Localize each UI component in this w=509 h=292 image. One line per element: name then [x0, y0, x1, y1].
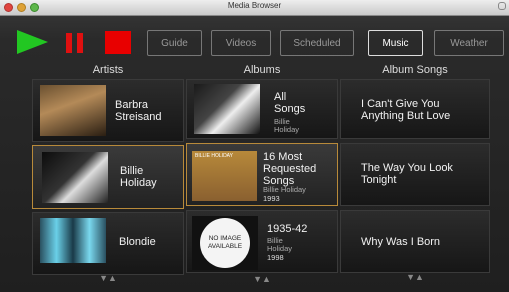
nav-videos-button[interactable]: Videos	[211, 30, 271, 56]
album-artist: Billie Holiday	[267, 236, 293, 253]
nav-scheduled-button[interactable]: Scheduled	[280, 30, 354, 56]
artists-scroll-arrows[interactable]: ▼▲	[32, 274, 184, 283]
album-tile[interactable]: All Songs Billie Holiday	[186, 79, 338, 139]
song-tile[interactable]: Why Was I Born	[340, 210, 490, 273]
artist-image	[42, 152, 108, 203]
album-title: 1935-42	[267, 223, 308, 235]
artist-tile-selected[interactable]: Billie Holiday	[32, 145, 184, 209]
artist-name: Blondie	[119, 236, 156, 248]
albums-heading: Albums	[243, 64, 281, 76]
artists-heading: Artists	[92, 64, 124, 76]
media-browser-window: Media Browser Guide Videos Scheduled Mus…	[0, 0, 509, 292]
pause-icon[interactable]	[66, 33, 86, 53]
song-title: Why Was I Born	[361, 236, 441, 248]
album-cover-text: BILLIE HOLIDAY	[195, 153, 233, 159]
window-title: Media Browser	[227, 1, 282, 10]
nav-guide-button[interactable]: Guide	[147, 30, 202, 56]
song-title: The Way You Look Tonight	[361, 162, 453, 186]
song-title: I Can't Give You Anything But Love	[361, 98, 451, 122]
album-songs-heading: Album Songs	[382, 64, 448, 76]
artist-image	[40, 218, 106, 263]
album-year: 1993	[263, 194, 280, 203]
artist-name: Barbra Streisand	[115, 99, 162, 123]
artist-image	[40, 85, 106, 136]
album-artist: Billie Holiday	[263, 185, 306, 194]
albums-list: All Songs Billie Holiday BILLIE HOLIDAY …	[186, 79, 338, 284]
album-tile[interactable]: NO IMAGE AVAILABLE 1935-42 Billie Holida…	[186, 210, 338, 273]
song-tile[interactable]: I Can't Give You Anything But Love	[340, 79, 490, 139]
album-cover: BILLIE HOLIDAY	[192, 151, 257, 201]
album-title: All Songs	[274, 91, 306, 115]
artist-tile[interactable]: Barbra Streisand	[32, 79, 184, 142]
album-year: 1998	[267, 253, 284, 262]
album-songs-list: I Can't Give You Anything But Love The W…	[340, 79, 490, 282]
album-title: 16 Most Requested Songs	[263, 151, 317, 187]
artist-name: Billie Holiday	[120, 165, 157, 189]
stop-icon[interactable]	[105, 31, 131, 54]
songs-scroll-arrows[interactable]: ▼▲	[340, 273, 490, 282]
song-tile[interactable]: The Way You Look Tonight	[340, 143, 490, 206]
nav-music-button[interactable]: Music	[368, 30, 423, 56]
nav-weather-button[interactable]: Weather	[434, 30, 504, 56]
album-artist: Billie Holiday	[274, 117, 300, 134]
albums-scroll-arrows[interactable]: ▼▲	[186, 275, 338, 284]
artists-list: Barbra Streisand Billie Holiday Blondie …	[32, 79, 184, 283]
title-bar: Media Browser	[0, 0, 509, 16]
toolbar-toggle-button[interactable]	[498, 2, 506, 10]
artist-tile[interactable]: Blondie	[32, 212, 184, 275]
no-image-text: NO IMAGE AVAILABLE	[200, 218, 250, 268]
album-tile-selected[interactable]: BILLIE HOLIDAY 16 Most Requested Songs B…	[186, 143, 338, 206]
no-image-placeholder: NO IMAGE AVAILABLE	[192, 216, 258, 270]
album-cover	[194, 84, 260, 134]
play-icon[interactable]	[17, 30, 48, 54]
